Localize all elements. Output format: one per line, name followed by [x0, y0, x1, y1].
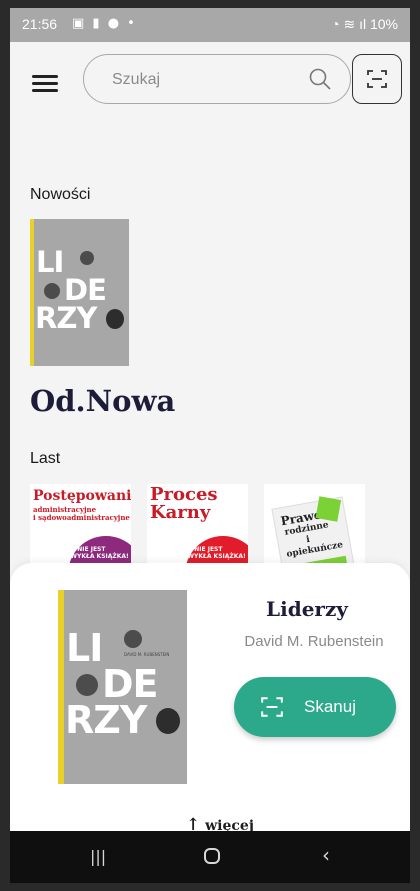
- book-title: Liderzy: [266, 597, 348, 621]
- publisher-brand: Od.Nowa: [30, 384, 176, 418]
- status-right: ◔ ≋ ıl 10%: [331, 16, 398, 33]
- cover-word-rzy: RZY: [65, 698, 147, 742]
- portrait-image: [80, 251, 94, 265]
- scan-button-label: Skanuj: [304, 697, 356, 716]
- cover-tag: TO NIE JEST ZWYKŁA KSIĄŻKA!: [66, 546, 129, 560]
- search-field[interactable]: [83, 54, 351, 104]
- green-badge: [315, 496, 342, 522]
- cover-author: DAVID M. RUBENSTEIN: [124, 652, 170, 657]
- status-bar: 21:56 ▣ ▮ ● • ◔ ≋ ıl 10%: [10, 8, 410, 42]
- wifi-signal-icon: ◔ ≋ ıl: [331, 16, 367, 32]
- back-icon[interactable]: ‹: [322, 843, 330, 867]
- cover-title: Postępowanie: [33, 488, 131, 504]
- search-input[interactable]: [110, 67, 304, 93]
- selected-book-cover: LI DE RZY DAVID M. RUBENSTEIN: [58, 590, 187, 784]
- book-author: David M. Rubenstein: [244, 633, 384, 650]
- status-time: 21:56: [22, 16, 58, 32]
- recent-apps-icon[interactable]: |||: [90, 847, 106, 866]
- search-icon[interactable]: [308, 67, 332, 95]
- cover-word-li: LI: [36, 245, 64, 279]
- cover-subtitle: administracyjne i sądowoadministracyjne: [33, 505, 130, 522]
- book-cover-liderzy[interactable]: LI DE RZY: [30, 219, 129, 366]
- portrait-image: [76, 674, 98, 696]
- book-cover-prawo-rodzinne[interactable]: Prawo rodzinne i opiekuńcze: [264, 484, 365, 574]
- scan-button[interactable]: Skanuj: [234, 677, 396, 737]
- barcode-scan-icon: [367, 70, 387, 88]
- battery-level: 10%: [369, 16, 398, 32]
- section-title-last: Last: [30, 450, 61, 467]
- device-frame: 21:56 ▣ ▮ ● • ◔ ≋ ıl 10% Nowości LI DE R…: [0, 0, 420, 891]
- cover-stripe: [30, 219, 34, 366]
- section-title-new: Nowości: [30, 186, 91, 203]
- portrait-image: [156, 708, 180, 734]
- app-screen: 21:56 ▣ ▮ ● • ◔ ≋ ıl 10% Nowości LI DE R…: [10, 8, 410, 883]
- barcode-scan-icon: [261, 697, 283, 717]
- cover-title-line2: Karny: [150, 502, 211, 523]
- cover-stripe: [58, 590, 64, 784]
- portrait-image: [44, 283, 60, 299]
- hamburger-menu-icon[interactable]: [32, 72, 58, 94]
- portrait-image: [106, 309, 124, 329]
- cover-title-line3: i: [305, 534, 311, 546]
- book-detail-sheet: LI DE RZY DAVID M. RUBENSTEIN Liderzy Da…: [10, 563, 410, 835]
- book-cover-postepowanie[interactable]: Postępowanie administracyjne i sądowoadm…: [30, 484, 131, 574]
- book-cover-proces-karny[interactable]: Proces Karny TO NIE JEST ZWYKŁA KSIĄŻKA!: [147, 484, 248, 574]
- cover-word-li: LI: [66, 626, 103, 670]
- home-icon[interactable]: [204, 848, 220, 864]
- barcode-scan-button[interactable]: [352, 54, 402, 104]
- cover-tag: TO NIE JEST ZWYKŁA KSIĄŻKA!: [183, 546, 246, 560]
- system-nav-bar: ||| ‹: [10, 831, 410, 883]
- notification-icons: ▣ ▮ ● •: [72, 16, 137, 31]
- cover-word-rzy: RZY: [35, 301, 97, 335]
- portrait-image: [124, 630, 142, 648]
